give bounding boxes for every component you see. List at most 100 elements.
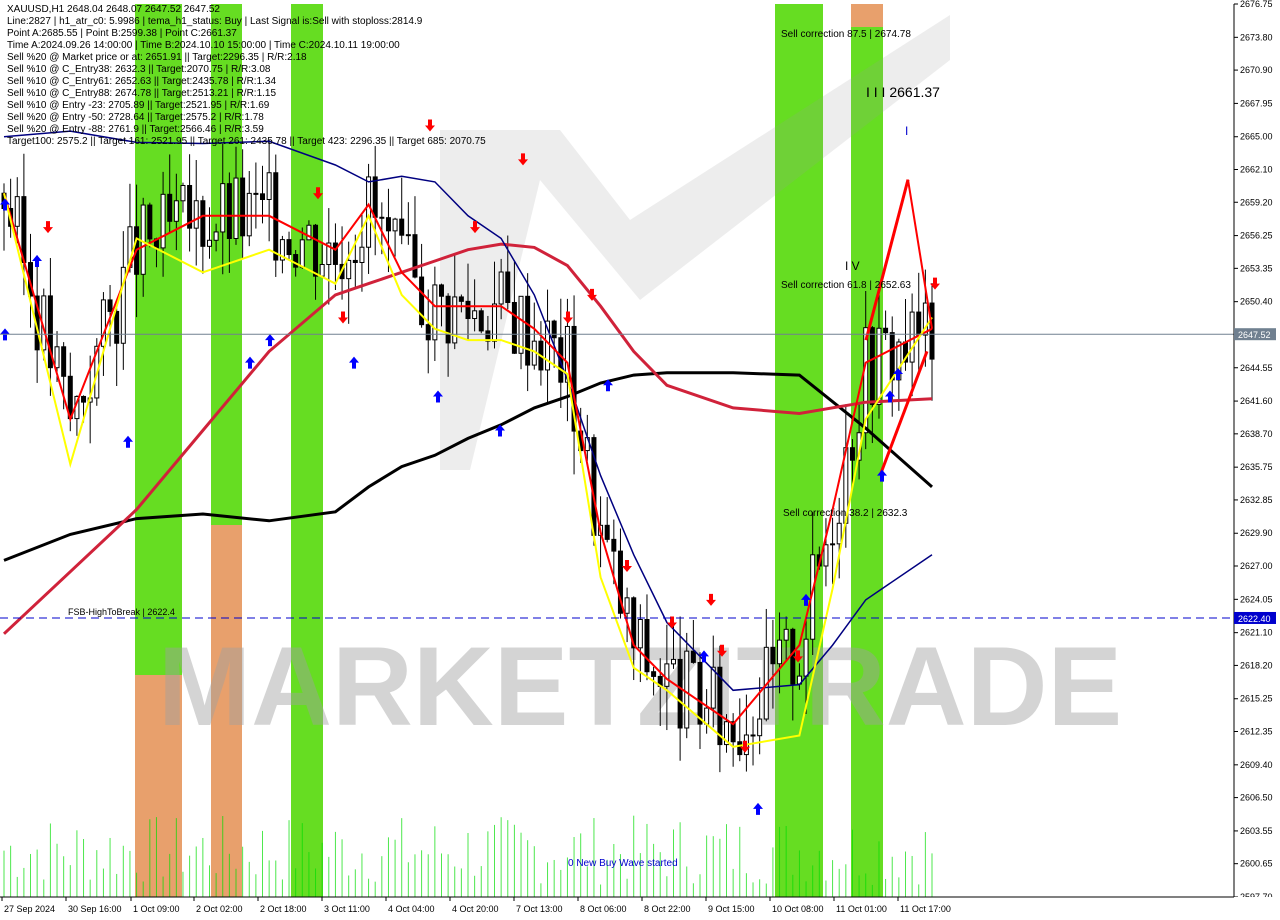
candle-body <box>313 224 319 277</box>
candle-body <box>438 284 444 297</box>
candle-body <box>737 741 743 756</box>
green-zone <box>851 27 883 897</box>
candle-body <box>704 707 710 725</box>
candle-body <box>644 619 650 673</box>
time-axis-background <box>0 897 1280 920</box>
candle-body <box>293 254 299 268</box>
price-tick-label: 2635.75 <box>1240 462 1273 472</box>
info-line: Sell %10 @ C_Entry61: 2652.63 || Target:… <box>7 76 277 87</box>
candle-body <box>432 284 438 341</box>
candle-body <box>299 239 305 268</box>
price-tick-label: 2659.20 <box>1240 197 1273 207</box>
candle-body <box>458 296 464 302</box>
candle-body <box>273 172 279 261</box>
orange-zone <box>851 4 883 27</box>
time-tick-label: 30 Sep 16:00 <box>68 904 122 914</box>
fsb-level-label: FSB-HighToBreak | 2622.4 <box>68 607 175 617</box>
candle-body <box>670 658 676 665</box>
time-tick-label: 11 Oct 17:00 <box>900 904 951 914</box>
candle-body <box>180 184 186 202</box>
price-tick-label: 2667.95 <box>1240 98 1273 108</box>
price-tick-label: 2665.00 <box>1240 132 1273 142</box>
chart-area[interactable]: MARKETZITRADE FSB-HighToBreak | 2622.4 Sel… <box>0 0 1280 920</box>
price-tick-label: 2650.40 <box>1240 297 1273 307</box>
info-line: Sell %20 @ Entry -50: 2728.64 || Target:… <box>7 112 264 123</box>
price-tick-label: 2644.55 <box>1240 363 1273 373</box>
price-tick-label: 2615.25 <box>1240 694 1273 704</box>
candle-body <box>677 658 683 729</box>
price-tick-label: 2624.05 <box>1240 594 1273 604</box>
candle-body <box>140 204 146 275</box>
info-line: Point A:2685.55 | Point B:2599.38 | Poin… <box>7 28 237 39</box>
candle-body <box>690 650 696 663</box>
candle-body <box>525 295 531 366</box>
candle-body <box>233 177 239 239</box>
level-price-label: 2622.40 <box>1238 614 1271 624</box>
candle-body <box>405 234 411 237</box>
price-tick-label: 2670.90 <box>1240 65 1273 75</box>
chart-annotation: 0 New Buy Wave started <box>568 858 678 869</box>
time-tick-label: 2 Oct 02:00 <box>196 904 243 914</box>
time-tick-label: 3 Oct 11:00 <box>324 904 370 914</box>
candle-body <box>266 172 272 200</box>
candle-body <box>869 327 875 405</box>
candle-body <box>505 271 511 303</box>
price-tick-label: 2609.40 <box>1240 760 1273 770</box>
price-tick-label: 2618.20 <box>1240 660 1273 670</box>
candle-body <box>412 234 418 278</box>
time-tick-label: 27 Sep 2024 <box>4 904 55 914</box>
price-tick-label: 2603.55 <box>1240 826 1273 836</box>
time-tick-label: 7 Oct 13:00 <box>516 904 563 914</box>
time-tick-label: 10 Oct 08:00 <box>772 904 824 914</box>
chart-annotation: Sell correction 38.2 | 2632.3 <box>783 508 908 519</box>
info-line: Sell %10 @ C_Entry38: 2632.3 || Target:2… <box>7 64 271 75</box>
candle-body <box>147 204 153 240</box>
candle-body <box>200 200 206 247</box>
price-tick-label: 2641.60 <box>1240 396 1273 406</box>
candle-body <box>836 522 842 545</box>
candle-body <box>637 619 643 649</box>
candle-body <box>220 183 226 233</box>
candle-body <box>240 177 246 237</box>
candle-body <box>107 299 113 312</box>
candle-body <box>750 734 756 737</box>
candle-body <box>624 597 630 614</box>
time-tick-label: 1 Oct 09:00 <box>133 904 180 914</box>
price-tick-label: 2629.90 <box>1240 528 1273 538</box>
info-line: Sell %10 @ C_Entry88: 2674.78 || Target:… <box>7 88 277 99</box>
candle-body <box>246 192 252 237</box>
candle-body <box>319 264 325 277</box>
candle-body <box>697 661 703 725</box>
candle-body <box>611 538 617 552</box>
price-tick-label: 2612.35 <box>1240 727 1273 737</box>
chart-annotation: Sell correction 61.8 | 2652.63 <box>781 280 911 291</box>
candle-body <box>472 310 478 320</box>
candle-body <box>425 324 431 341</box>
time-tick-label: 4 Oct 20:00 <box>452 904 499 914</box>
price-tick-label: 2676.75 <box>1240 0 1273 9</box>
candle-body <box>849 447 855 461</box>
chart-annotation: I I I 2661.37 <box>866 84 940 100</box>
candle-body <box>823 544 829 567</box>
candle-body <box>803 638 809 677</box>
price-tick-label: 2606.50 <box>1240 793 1273 803</box>
indicator-info-panel: XAUUSD,H1 2648.04 2648.07 2647.52 2647.5… <box>7 4 486 148</box>
chart-annotation: I <box>905 124 908 138</box>
candle-body <box>710 666 716 709</box>
candle-body <box>193 200 199 229</box>
info-line: Target100: 2575.2 || Target 161: 2521.95… <box>7 136 486 147</box>
candle-body <box>253 192 259 195</box>
candle-body <box>213 231 219 241</box>
candle-body <box>260 193 266 200</box>
candle-body <box>498 271 504 305</box>
candle-body <box>492 303 498 342</box>
symbol-ohlc-line: XAUUSD,H1 2648.04 2648.07 2647.52 2647.5… <box>7 4 220 15</box>
price-tick-label: 2638.70 <box>1240 429 1273 439</box>
candle-body <box>14 196 20 227</box>
candle-body <box>81 395 87 403</box>
price-tick-label: 2632.85 <box>1240 495 1273 505</box>
time-tick-label: 9 Oct 15:00 <box>708 904 755 914</box>
time-tick-label: 4 Oct 04:00 <box>388 904 435 914</box>
candle-body <box>664 663 670 687</box>
candle-body <box>909 311 915 363</box>
